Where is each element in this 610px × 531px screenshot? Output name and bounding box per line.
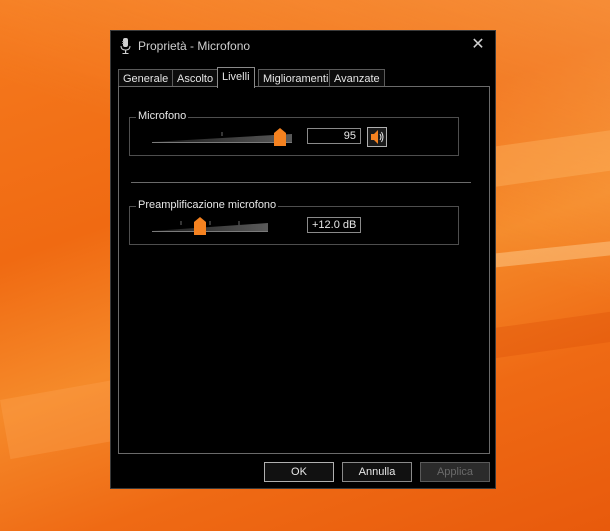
cancel-button[interactable]: Annulla — [342, 462, 412, 482]
mute-button[interactable] — [367, 127, 387, 147]
microphone-boost-slider-thumb[interactable] — [193, 217, 206, 235]
microphone-group: Microfono 95 — [129, 110, 459, 156]
levels-panel: Microfono 95 Preamplificazione microfono… — [118, 86, 490, 454]
apply-button[interactable]: Applica — [420, 462, 490, 482]
tab-ascolto[interactable]: Ascolto — [172, 69, 219, 87]
tab-livelli[interactable]: Livelli — [217, 67, 255, 88]
tab-miglioramenti[interactable]: Miglioramenti — [258, 69, 334, 87]
tab-avanzate[interactable]: Avanzate — [329, 69, 385, 87]
ok-button[interactable]: OK — [264, 462, 334, 482]
microphone-slider-thumb[interactable] — [273, 128, 286, 146]
window-title: Proprietà - Microfono — [138, 39, 251, 53]
properties-dialog: Proprietà - Microfono ✕ Generale Ascolto… — [110, 30, 496, 489]
microphone-boost-label: Preamplificazione microfono — [136, 199, 279, 211]
title-bar[interactable]: Proprietà - Microfono ✕ — [111, 31, 495, 61]
close-button[interactable]: ✕ — [463, 31, 493, 59]
tab-generale[interactable]: Generale — [118, 69, 174, 87]
microphone-boost-slider-track — [152, 221, 268, 232]
microphone-boost-value-field[interactable]: +12.0 dB — [307, 217, 361, 233]
section-divider — [131, 182, 471, 183]
microphone-slider-track — [152, 132, 292, 143]
microphone-boost-slider[interactable] — [152, 217, 268, 235]
speaker-icon — [371, 130, 384, 144]
microphone-label: Microfono — [136, 110, 189, 122]
microphone-value-field[interactable]: 95 — [307, 128, 361, 144]
microphone-slider[interactable] — [152, 128, 292, 146]
microphone-icon — [120, 38, 131, 54]
microphone-boost-group: Preamplificazione microfono +12.0 dB — [129, 199, 459, 245]
close-icon: ✕ — [471, 36, 485, 53]
